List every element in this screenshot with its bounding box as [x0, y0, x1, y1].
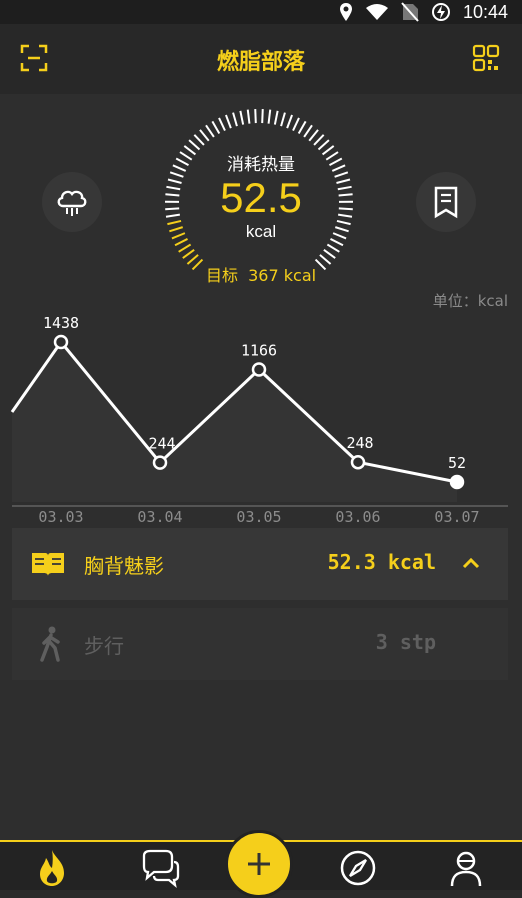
data-point[interactable]	[253, 363, 265, 375]
gauge-tick	[304, 125, 312, 137]
gauge-value: 52.5	[0, 174, 522, 222]
open-book-icon	[30, 550, 66, 578]
compass-icon[interactable]	[338, 848, 378, 888]
flame-icon[interactable]	[32, 848, 72, 888]
gauge-tick	[189, 140, 199, 149]
gauge-target: 目标 367 kcal	[0, 262, 522, 286]
x-tick-label: 03.05	[236, 508, 281, 526]
target-value: 367 kcal	[248, 266, 316, 285]
battery-charging-icon	[431, 2, 451, 22]
gauge-tick	[233, 113, 237, 126]
gauge-tick	[299, 121, 306, 133]
activity-name: 步行	[84, 630, 124, 659]
gauge-tick	[324, 250, 335, 258]
gauge-tick	[314, 135, 324, 145]
gauge-tick	[275, 111, 278, 125]
gauge-tick	[281, 113, 285, 126]
activity-name: 胸背魅影	[84, 550, 164, 579]
gauge-tick	[212, 121, 219, 133]
gauge-tick	[183, 250, 194, 258]
page-title: 燃脂部落	[0, 44, 522, 76]
gauge-tick	[309, 130, 318, 141]
gauge-tick	[255, 109, 256, 123]
data-label: 1166	[241, 341, 277, 359]
chat-bubbles-icon[interactable]	[140, 848, 180, 888]
app-header: 燃脂部落	[0, 24, 522, 94]
x-tick-label: 03.04	[137, 508, 182, 526]
gauge-tick	[179, 245, 191, 252]
x-tick-label: 03.06	[335, 508, 380, 526]
gauge-tick	[226, 115, 231, 128]
status-icons: 10:44	[339, 0, 508, 24]
gauge-tick	[194, 135, 204, 145]
gauge-label: 消耗热量	[0, 150, 522, 175]
data-label: 1438	[43, 314, 79, 332]
chevron-up-icon[interactable]	[462, 556, 480, 570]
gauge-tick	[248, 110, 250, 124]
gauge-tick	[219, 118, 225, 131]
gauge-tick	[240, 111, 243, 125]
no-sim-icon	[401, 2, 419, 22]
activity-card-active[interactable]: 胸背魅影 52.3 kcal	[12, 528, 508, 600]
activity-card-inactive[interactable]: 步行 3 stp	[12, 608, 508, 680]
status-bar: 10:44	[0, 0, 522, 24]
wifi-icon	[365, 3, 389, 21]
data-label: 244	[148, 435, 175, 453]
plus-icon	[245, 850, 273, 878]
chart-area-fill	[12, 342, 457, 502]
location-icon	[339, 2, 353, 22]
gauge-tick	[287, 115, 292, 128]
data-point[interactable]	[55, 336, 67, 348]
gauge-tick	[269, 110, 271, 124]
qr-code-icon[interactable]	[472, 44, 500, 72]
gauge-tick	[293, 118, 299, 131]
gauge-tick	[318, 140, 328, 149]
activity-value: 52.3 kcal	[328, 550, 436, 574]
add-button[interactable]	[225, 830, 293, 898]
gauge-tick	[200, 130, 209, 141]
gauge-tick	[262, 109, 263, 123]
data-label: 52	[448, 454, 466, 472]
gauge-unit: kcal	[0, 222, 522, 242]
target-label: 目标	[206, 266, 238, 285]
walking-person-icon	[38, 626, 64, 662]
data-point[interactable]	[352, 456, 364, 468]
user-profile-icon[interactable]	[446, 848, 486, 888]
activity-value: 3 stp	[376, 630, 436, 654]
calorie-line-chart: 1438 244 1166 248 52 03.03 03.04 03.05 03.06 03.0…	[0, 306, 522, 528]
status-time: 10:44	[463, 2, 508, 23]
gauge-tick	[206, 125, 214, 137]
data-point[interactable]	[154, 457, 166, 469]
x-tick-label: 03.07	[434, 508, 479, 526]
x-tick-label: 03.03	[38, 508, 83, 526]
data-point[interactable]	[451, 476, 463, 488]
data-label: 248	[346, 434, 373, 452]
gauge-tick	[327, 245, 339, 252]
